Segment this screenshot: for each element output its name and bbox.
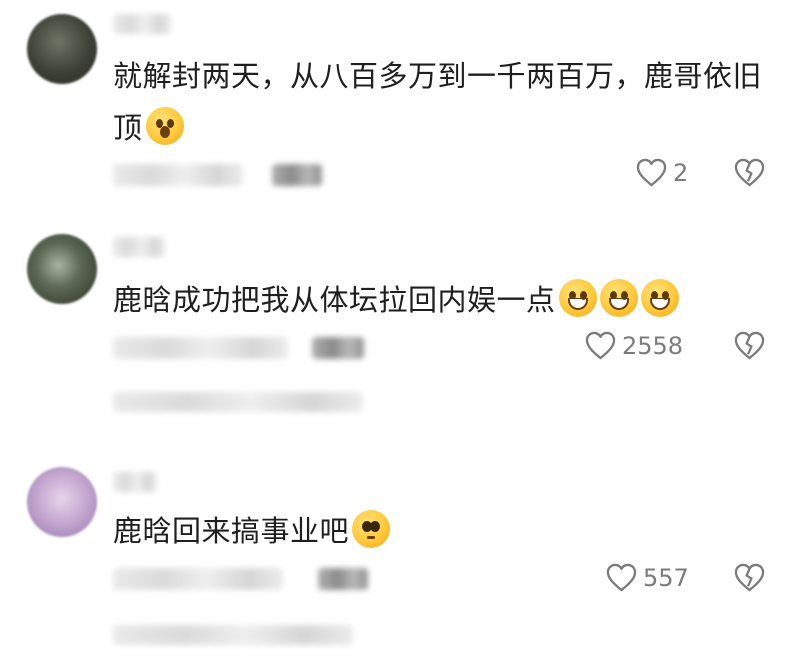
grinning-face-icon [640, 279, 679, 317]
username-redacted[interactable] [113, 14, 171, 34]
like-button[interactable]: 2558 [585, 331, 683, 360]
heart-outline-icon [636, 158, 667, 187]
like-button[interactable]: 557 [606, 563, 689, 592]
dislike-button[interactable] [734, 331, 765, 364]
expand-replies-redacted[interactable] [113, 392, 363, 412]
like-count: 2558 [622, 331, 684, 360]
dislike-button[interactable] [734, 158, 765, 191]
heart-outline-icon [585, 331, 616, 360]
expand-replies-redacted[interactable] [113, 625, 353, 645]
like-count: 2 [673, 158, 689, 187]
dislike-button[interactable] [734, 563, 765, 596]
reply-button-redacted[interactable] [312, 337, 364, 359]
grinning-face-icon [558, 279, 597, 317]
avatar[interactable] [27, 14, 97, 84]
meta-redacted [113, 568, 283, 590]
heart-outline-icon [606, 563, 637, 592]
like-button[interactable]: 2 [636, 158, 688, 187]
broken-heart-icon [734, 563, 765, 592]
comment-text: 鹿晗回来搞事业吧 [113, 503, 391, 559]
pleading-face-icon [352, 510, 391, 548]
broken-heart-icon [734, 158, 765, 187]
username-redacted[interactable] [113, 237, 165, 257]
avatar[interactable] [27, 467, 97, 537]
avatar[interactable] [27, 234, 97, 304]
meta-redacted [113, 164, 243, 186]
meta-redacted [113, 337, 288, 359]
username-redacted[interactable] [113, 472, 157, 492]
comment-text: 就解封两天，从八百多万到一千两百万，鹿哥依旧 [113, 59, 763, 93]
reply-button-redacted[interactable] [272, 164, 322, 186]
grinning-face-icon [599, 279, 638, 317]
broken-heart-icon [734, 331, 765, 360]
comment-text-line2: 顶 [113, 100, 184, 156]
reply-button-redacted[interactable] [318, 568, 368, 590]
comment-text: 鹿晗成功把我从体坛拉回内娱一点 [113, 272, 679, 328]
astonished-face-icon [145, 107, 184, 145]
like-count: 557 [643, 563, 689, 592]
